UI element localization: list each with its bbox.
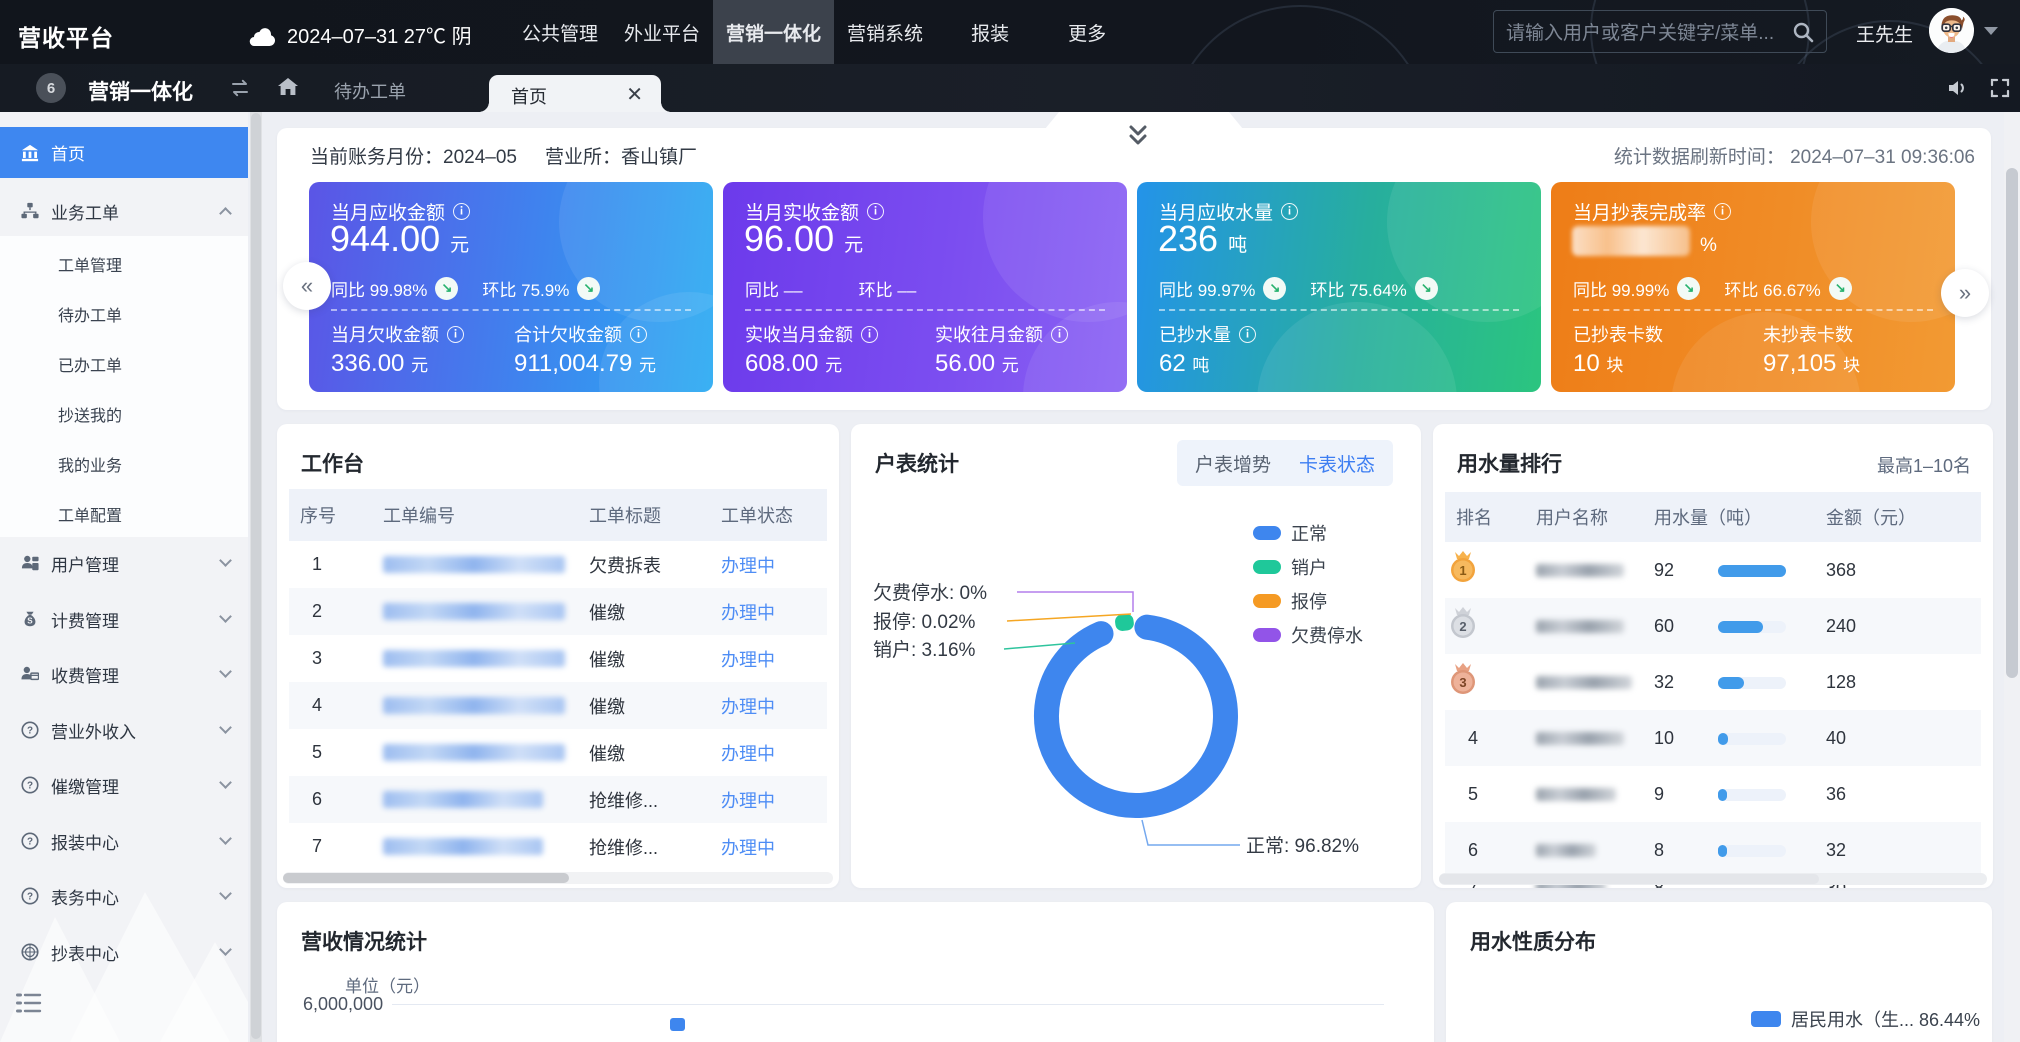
svg-text:销户: 3.16%: 销户: 3.16% [873, 639, 976, 661]
svg-text:2: 2 [1459, 619, 1466, 634]
svg-text:S: S [27, 617, 33, 626]
svg-text:1: 1 [1459, 563, 1466, 578]
svg-text:?: ? [27, 781, 33, 792]
svg-text:报停: 0.02%: 报停: 0.02% [873, 611, 976, 633]
svg-text:?: ? [27, 726, 33, 737]
svg-text:?: ? [27, 837, 33, 848]
svg-text:欠费停水: 0%: 欠费停水: 0% [873, 582, 987, 604]
svg-text:3: 3 [1459, 675, 1466, 690]
svg-text:?: ? [27, 892, 33, 903]
svg-text:正常: 96.82%: 正常: 96.82% [1246, 835, 1359, 857]
